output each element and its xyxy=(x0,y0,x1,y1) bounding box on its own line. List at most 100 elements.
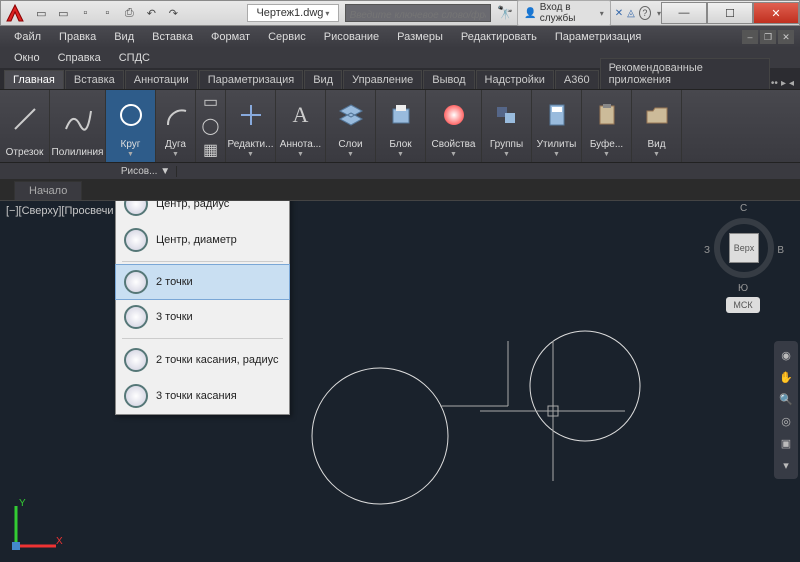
search-box[interactable] xyxy=(345,4,492,22)
panel-props[interactable]: Свойства ▼ xyxy=(426,90,482,162)
viewcube-face[interactable]: Верх xyxy=(729,233,759,263)
menu-window[interactable]: Окно xyxy=(6,50,48,66)
login-button[interactable]: 👤 Вход в службы ▾ xyxy=(517,0,610,26)
chevron-down-icon: ▼ xyxy=(347,151,354,159)
panel-draw-label[interactable]: Рисов... ▼ xyxy=(115,166,177,177)
help-icon[interactable]: ? xyxy=(639,6,651,20)
bullets-icon[interactable]: •• xyxy=(771,78,778,89)
qat-redo-icon[interactable]: ↷ xyxy=(164,4,182,22)
ribbon-tab-addins[interactable]: Надстройки xyxy=(476,70,554,89)
chevron-down-icon[interactable]: ▾ xyxy=(325,9,329,18)
tool-polyline[interactable]: Полилиния xyxy=(50,90,106,162)
ribbon-tab-param[interactable]: Параметризация xyxy=(199,70,303,89)
ribbon-collapse-icon[interactable]: ◂ xyxy=(789,78,794,89)
rectangle-icon[interactable]: ▭ xyxy=(196,90,225,114)
ribbon-tab-featured[interactable]: Рекомендованные приложения xyxy=(600,58,770,89)
qat-undo-icon[interactable]: ↶ xyxy=(142,4,160,22)
circle-option-ttr[interactable]: 2 точки касания, радиус xyxy=(116,342,289,378)
menu-dim[interactable]: Размеры xyxy=(389,29,451,45)
ribbon-tab-manage[interactable]: Управление xyxy=(343,70,422,89)
menu-format[interactable]: Формат xyxy=(203,29,258,45)
nav-showmotion-icon[interactable]: ▣ xyxy=(778,435,794,451)
maximize-button[interactable]: ☐ xyxy=(707,2,753,24)
ribbon-tab-output[interactable]: Вывод xyxy=(423,70,474,89)
hatch-icon[interactable]: ▦ xyxy=(196,138,225,162)
minimize-button[interactable]: — xyxy=(661,2,707,24)
qat-print-icon[interactable]: ⎙ xyxy=(120,4,138,22)
panel-annot[interactable]: A Аннота... ▼ xyxy=(276,90,326,162)
circle-option-3points[interactable]: 3 точки xyxy=(116,299,289,335)
exchange-icon[interactable]: ✕ xyxy=(615,8,623,19)
chevron-down-icon: ▼ xyxy=(127,151,134,159)
panel-utilities-label: Утилиты xyxy=(537,139,577,151)
app-logo[interactable] xyxy=(1,0,28,26)
menu-tools[interactable]: Сервис xyxy=(260,29,314,45)
circle-option-ttt[interactable]: 3 точки касания xyxy=(116,378,289,414)
menu-modify[interactable]: Редактировать xyxy=(453,29,545,45)
panel-clipboard[interactable]: Буфе... ▼ xyxy=(582,90,632,162)
ribbon-more-icon[interactable]: ▸ xyxy=(781,78,786,89)
viewcube-south[interactable]: Ю xyxy=(738,283,748,294)
circle-option-2points[interactable]: 2 точки xyxy=(115,264,290,300)
nav-wheel-icon[interactable]: ◉ xyxy=(778,347,794,363)
a360-icon[interactable]: ◬ xyxy=(627,8,635,19)
nav-orbit-icon[interactable]: ◎ xyxy=(778,413,794,429)
circle-icon xyxy=(124,348,148,372)
viewcube-west[interactable]: З xyxy=(704,245,710,256)
circle-option-center-radius[interactable]: Центр, радиус xyxy=(116,201,289,222)
nav-zoom-icon[interactable]: 🔍 xyxy=(778,391,794,407)
mdi-minimize[interactable]: – xyxy=(742,30,758,44)
layers-icon xyxy=(337,101,365,129)
search-input[interactable] xyxy=(350,8,487,24)
clipboard-icon xyxy=(593,101,621,129)
tool-arc[interactable]: Дуга ▼ xyxy=(156,90,196,162)
chevron-down-icon: ▼ xyxy=(297,151,304,159)
viewcube[interactable]: Верх С Ю В З МСК xyxy=(704,203,784,303)
viewcube-east[interactable]: В xyxy=(777,245,784,256)
menu-draw[interactable]: Рисование xyxy=(316,29,387,45)
qat-new-icon[interactable]: ▭ xyxy=(32,4,50,22)
circle-icon xyxy=(124,384,148,408)
navigation-bar: ◉ ✋ 🔍 ◎ ▣ ▾ xyxy=(774,341,798,479)
panel-utilities[interactable]: Утилиты ▼ xyxy=(532,90,582,162)
menu-edit[interactable]: Правка xyxy=(51,29,104,45)
binoculars-icon[interactable]: 🔭 xyxy=(497,5,513,21)
qat-open-icon[interactable]: ▭ xyxy=(54,4,72,22)
ribbon-tab-view[interactable]: Вид xyxy=(304,70,342,89)
ribbon-tab-insert[interactable]: Вставка xyxy=(65,70,124,89)
nav-pan-icon[interactable]: ✋ xyxy=(778,369,794,385)
ribbon-tab-end: •• ▸ ◂ xyxy=(771,78,796,89)
panel-groups[interactable]: Группы ▼ xyxy=(482,90,532,162)
qat-saveas-icon[interactable]: ▫ xyxy=(98,4,116,22)
panel-view-label: Вид xyxy=(647,139,665,151)
tool-circle[interactable]: Круг ▼ xyxy=(106,90,156,162)
wcs-badge[interactable]: МСК xyxy=(726,297,760,313)
drawing-area[interactable]: [−][Сверху][Просвечи Центр, радиус Центр… xyxy=(0,201,800,562)
circle-icon xyxy=(124,305,148,329)
close-button[interactable]: ✕ xyxy=(753,2,799,24)
menu-spds[interactable]: СПДС xyxy=(111,50,158,66)
ribbon-tab-home[interactable]: Главная xyxy=(4,70,64,89)
viewcube-north[interactable]: С xyxy=(740,203,747,214)
ribbon-tab-a360[interactable]: A360 xyxy=(555,70,599,89)
menu-view[interactable]: Вид xyxy=(106,29,142,45)
tool-arc-label: Дуга xyxy=(165,139,186,151)
doc-tab-start[interactable]: Начало xyxy=(14,181,82,200)
menu-help[interactable]: Справка xyxy=(50,50,109,66)
mdi-restore[interactable]: ❐ xyxy=(760,30,776,44)
menu-insert[interactable]: Вставка xyxy=(144,29,201,45)
circle-option-center-diameter[interactable]: Центр, диаметр xyxy=(116,222,289,258)
nav-more-icon[interactable]: ▾ xyxy=(778,457,794,473)
chevron-down-icon: ▼ xyxy=(450,151,457,159)
panel-modify[interactable]: Редакти... ▼ xyxy=(226,90,276,162)
panel-view[interactable]: Вид ▼ xyxy=(632,90,682,162)
qat-save-icon[interactable]: ▫ xyxy=(76,4,94,22)
menu-param[interactable]: Параметризация xyxy=(547,29,649,45)
panel-layers[interactable]: Слои ▼ xyxy=(326,90,376,162)
ellipse-icon[interactable]: ◯ xyxy=(196,114,225,138)
menu-file[interactable]: Файл xyxy=(6,29,49,45)
panel-block[interactable]: Блок ▼ xyxy=(376,90,426,162)
ribbon-tab-annot[interactable]: Аннотации xyxy=(125,70,198,89)
mdi-close[interactable]: ✕ xyxy=(778,30,794,44)
tool-line[interactable]: Отрезок xyxy=(0,90,50,162)
